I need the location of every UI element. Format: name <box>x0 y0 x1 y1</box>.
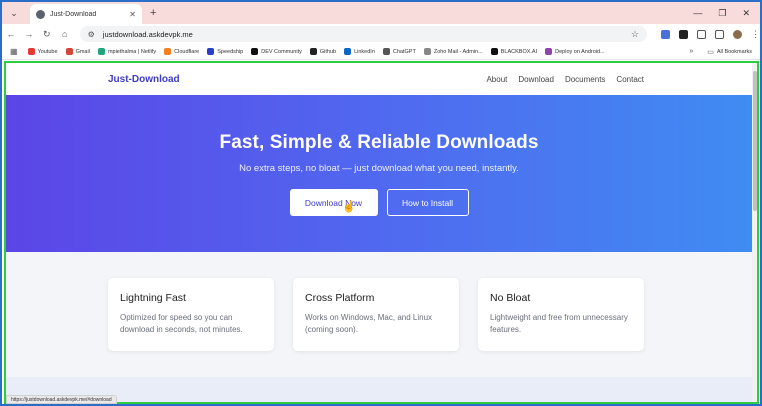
bookmark-item[interactable]: Zoho Mail - Admin... <box>423 48 483 55</box>
bookmark-item[interactable]: Deploy on Android... <box>545 48 605 55</box>
home-icon[interactable]: ⌂ <box>56 29 74 39</box>
features-section: Lightning Fast Optimized for speed so yo… <box>6 278 752 351</box>
feature-text: Lightweight and free from unnecessary fe… <box>490 313 628 334</box>
bookmark-favicon-icon <box>251 48 259 55</box>
mouse-cursor-icon: ☝ <box>342 201 356 213</box>
bookmark-item[interactable]: Gmail <box>65 48 90 55</box>
bookmark-label: ChatGPT <box>392 48 416 55</box>
bookmark-item[interactable]: mpiethalma | Netlify <box>97 48 157 55</box>
bookmark-favicon-icon <box>545 48 553 55</box>
window-controls: — ❐ ✕ <box>693 8 760 19</box>
profile-avatar[interactable] <box>732 29 742 39</box>
folder-icon: ▭ <box>707 48 714 56</box>
translate-icon[interactable] <box>660 29 670 39</box>
next-section <box>6 377 752 402</box>
feature-title: No Bloat <box>490 292 531 304</box>
bookmark-favicon-icon <box>344 48 352 55</box>
close-tab-icon[interactable]: ✕ <box>129 10 136 19</box>
bookmark-label: Github <box>319 48 337 55</box>
feature-title: Lightning Fast <box>120 292 186 304</box>
brand-logo[interactable]: Just-Download <box>108 74 180 85</box>
favicon-icon <box>36 9 45 19</box>
nav-documents[interactable]: Documents <box>565 75 605 84</box>
bookmark-favicon-icon <box>207 48 215 55</box>
bookmark-favicon-icon <box>164 48 172 55</box>
nav-contact[interactable]: Contact <box>616 75 644 84</box>
tab-title: Just-Download <box>50 10 97 18</box>
tab-strip: ⌄ Just-Download ✕ + — ❐ ✕ <box>2 2 760 24</box>
bookmark-label: Cloudflare <box>174 48 200 55</box>
bookmark-label: Youtube <box>37 48 58 55</box>
bookmark-favicon-icon <box>27 48 35 55</box>
web-page: Just-Download About Download Documents C… <box>6 63 752 402</box>
extension-icon[interactable] <box>678 29 688 39</box>
bookmark-label: mpiethalma | Netlify <box>107 48 157 55</box>
chevron-right-icon[interactable]: » <box>689 48 693 55</box>
status-bar-url: https://justdownload.askdevpk.me/#downlo… <box>6 395 117 404</box>
bookmark-item[interactable]: BLACKBOX.AI <box>490 48 538 55</box>
close-window-icon[interactable]: ✕ <box>742 8 750 19</box>
bookmark-item[interactable]: Speedship <box>207 48 243 55</box>
address-url[interactable]: justdownload.askdevpk.me <box>103 30 631 39</box>
scrollbar-thumb[interactable] <box>753 71 757 211</box>
feature-text: Works on Windows, Mac, and Linux (coming… <box>305 313 433 334</box>
bookmark-label: Gmail <box>75 48 90 55</box>
maximize-icon[interactable]: ❐ <box>718 8 726 19</box>
hero-subtitle: No extra steps, no bloat — just download… <box>239 163 519 174</box>
browser-toolbar: ← → ↻ ⌂ ⚙ justdownload.askdevpk.me ☆ ⋮ <box>2 24 760 44</box>
hero-section: Fast, Simple & Reliable Downloads No ext… <box>6 95 752 252</box>
hero-title: Fast, Simple & Reliable Downloads <box>219 132 539 153</box>
forward-icon[interactable]: → <box>20 29 38 39</box>
feature-card-no-bloat: No Bloat Lightweight and free from unnec… <box>478 278 644 351</box>
browser-tab[interactable]: Just-Download ✕ <box>30 4 142 24</box>
bookmark-list: Youtube Gmail mpiethalma | Netlify Cloudfla… <box>27 48 613 55</box>
bookmark-favicon-icon <box>382 48 390 55</box>
bookmarks-overflow: » ▭ All Bookmarks <box>689 48 760 56</box>
reload-icon[interactable]: ↻ <box>38 29 56 40</box>
feature-card-cross-platform: Cross Platform Works on Windows, Mac, an… <box>293 278 459 351</box>
bookmark-label: LinkedIn <box>354 48 375 55</box>
bookmark-label: Deploy on Android... <box>555 48 605 55</box>
address-bar[interactable]: ⚙ justdownload.askdevpk.me ☆ <box>79 26 647 42</box>
tab-search-icon[interactable]: ⌄ <box>6 5 22 21</box>
bookmark-favicon-icon <box>97 48 105 55</box>
bookmark-label: DEV Community <box>261 48 302 55</box>
page-scrollbar[interactable] <box>752 63 758 402</box>
apps-grid-icon[interactable]: ▦ <box>10 47 18 56</box>
bookmark-item[interactable]: Cloudflare <box>164 48 199 55</box>
site-info-icon[interactable]: ⚙ <box>88 30 95 39</box>
feature-title: Cross Platform <box>305 292 375 304</box>
back-icon[interactable]: ← <box>2 29 20 39</box>
nav-about[interactable]: About <box>486 75 507 84</box>
bookmark-item[interactable]: ChatGPT <box>382 48 416 55</box>
nav-download[interactable]: Download <box>518 75 554 84</box>
hero-buttons: Download Now How to Install <box>6 189 752 216</box>
feature-card-lightning-fast: Lightning Fast Optimized for speed so yo… <box>108 278 274 351</box>
site-nav: About Download Documents Contact <box>486 75 752 84</box>
new-tab-icon[interactable]: + <box>150 7 156 19</box>
bookmark-item[interactable]: Youtube <box>27 48 58 55</box>
bookmark-label: BLACKBOX.AI <box>500 48 538 55</box>
extension-icons: ⋮ <box>660 29 760 40</box>
bookmark-item[interactable]: DEV Community <box>251 48 302 55</box>
feature-text: Optimized for speed so you can download … <box>120 313 243 334</box>
how-to-install-button[interactable]: How to Install <box>386 189 469 216</box>
bookmark-star-icon[interactable]: ☆ <box>631 29 639 40</box>
bookmark-favicon-icon <box>423 48 431 55</box>
extensions-puzzle-icon[interactable] <box>696 29 706 39</box>
all-bookmarks-link[interactable]: All Bookmarks <box>717 49 752 55</box>
minimize-icon[interactable]: — <box>693 8 702 19</box>
bookmark-favicon-icon <box>309 48 317 55</box>
bookmark-favicon-icon <box>490 48 498 55</box>
bookmark-item[interactable]: LinkedIn <box>344 48 375 55</box>
bookmark-favicon-icon <box>65 48 73 55</box>
bookmark-item[interactable]: Github <box>309 48 337 55</box>
bookmark-label: Speedship <box>217 48 244 55</box>
site-header: Just-Download About Download Documents C… <box>6 63 752 95</box>
menu-kebab-icon[interactable]: ⋮ <box>751 29 760 40</box>
bookmark-label: Zoho Mail - Admin... <box>433 48 483 55</box>
download-now-button[interactable]: Download Now <box>289 189 378 216</box>
sidepanel-icon[interactable] <box>714 29 724 39</box>
bookmarks-bar: ▦ Youtube Gmail mpiethalma | Netlify Cloudf… <box>2 44 760 60</box>
